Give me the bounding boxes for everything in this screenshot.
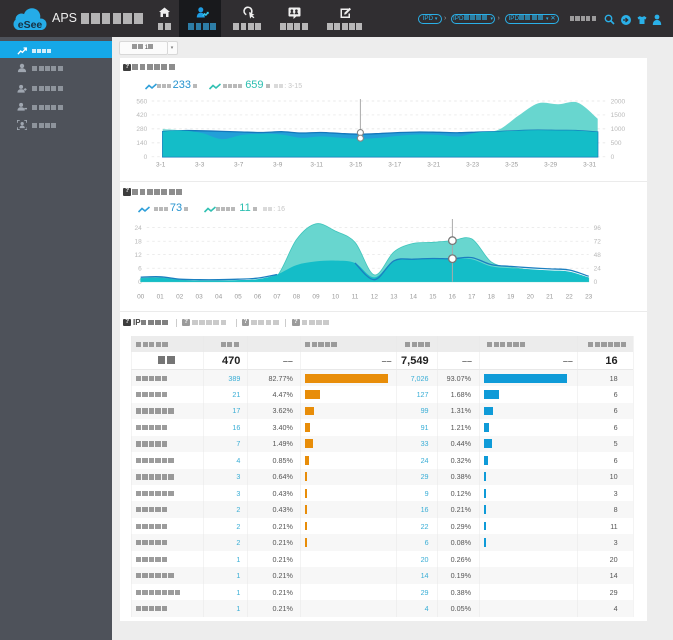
svg-text:12: 12 xyxy=(135,252,143,259)
svg-text:23: 23 xyxy=(585,294,593,301)
svg-text:eSee: eSee xyxy=(18,19,43,31)
svg-text:6: 6 xyxy=(138,266,142,273)
svg-text:3-7: 3-7 xyxy=(234,162,244,169)
svg-text:12: 12 xyxy=(371,294,379,301)
svg-text:3-9: 3-9 xyxy=(273,162,283,169)
svg-text:19: 19 xyxy=(507,294,515,301)
svg-text:2000: 2000 xyxy=(611,98,626,105)
svg-text:3-1: 3-1 xyxy=(156,162,166,169)
svg-text:48: 48 xyxy=(594,252,602,259)
svg-text:08: 08 xyxy=(293,294,301,301)
svg-text:01: 01 xyxy=(157,294,165,301)
svg-text:10: 10 xyxy=(332,294,340,301)
svg-text:22: 22 xyxy=(566,294,574,301)
svg-text:1500: 1500 xyxy=(611,112,626,119)
svg-text:3-17: 3-17 xyxy=(388,162,401,169)
svg-text:21: 21 xyxy=(546,294,554,301)
svg-text:3-31: 3-31 xyxy=(583,162,596,169)
svg-text:07: 07 xyxy=(274,294,282,301)
svg-text:3-25: 3-25 xyxy=(505,162,518,169)
svg-text:3-3: 3-3 xyxy=(195,162,205,169)
svg-text:140: 140 xyxy=(137,140,148,147)
svg-text:17: 17 xyxy=(468,294,476,301)
svg-text:96: 96 xyxy=(594,225,602,232)
svg-text:16: 16 xyxy=(449,294,457,301)
svg-text:18: 18 xyxy=(135,239,143,246)
svg-text:280: 280 xyxy=(137,126,148,133)
svg-text:3-23: 3-23 xyxy=(466,162,479,169)
svg-text:20: 20 xyxy=(527,294,535,301)
svg-text:560: 560 xyxy=(137,98,148,105)
svg-text:420: 420 xyxy=(137,112,148,119)
svg-text:0: 0 xyxy=(611,154,615,161)
svg-text:3-11: 3-11 xyxy=(311,162,324,169)
svg-text:3-15: 3-15 xyxy=(350,162,363,169)
svg-text:06: 06 xyxy=(254,294,262,301)
svg-text:72: 72 xyxy=(594,239,602,246)
svg-text:04: 04 xyxy=(215,294,223,301)
svg-text:24: 24 xyxy=(594,266,602,273)
svg-text:05: 05 xyxy=(235,294,243,301)
svg-text:1000: 1000 xyxy=(611,126,626,133)
svg-text:18: 18 xyxy=(488,294,496,301)
svg-text:14: 14 xyxy=(410,294,418,301)
svg-text:02: 02 xyxy=(176,294,184,301)
svg-text:15: 15 xyxy=(430,294,438,301)
svg-text:03: 03 xyxy=(196,294,204,301)
svg-text:0: 0 xyxy=(144,154,148,161)
svg-text:24: 24 xyxy=(135,225,143,232)
svg-text:00: 00 xyxy=(137,294,145,301)
svg-text:09: 09 xyxy=(313,294,321,301)
svg-text:3-29: 3-29 xyxy=(544,162,557,169)
svg-text:0: 0 xyxy=(594,279,598,286)
svg-text:500: 500 xyxy=(611,140,622,147)
svg-text:13: 13 xyxy=(391,294,399,301)
svg-text:3-21: 3-21 xyxy=(427,162,440,169)
svg-text:11: 11 xyxy=(352,294,359,301)
